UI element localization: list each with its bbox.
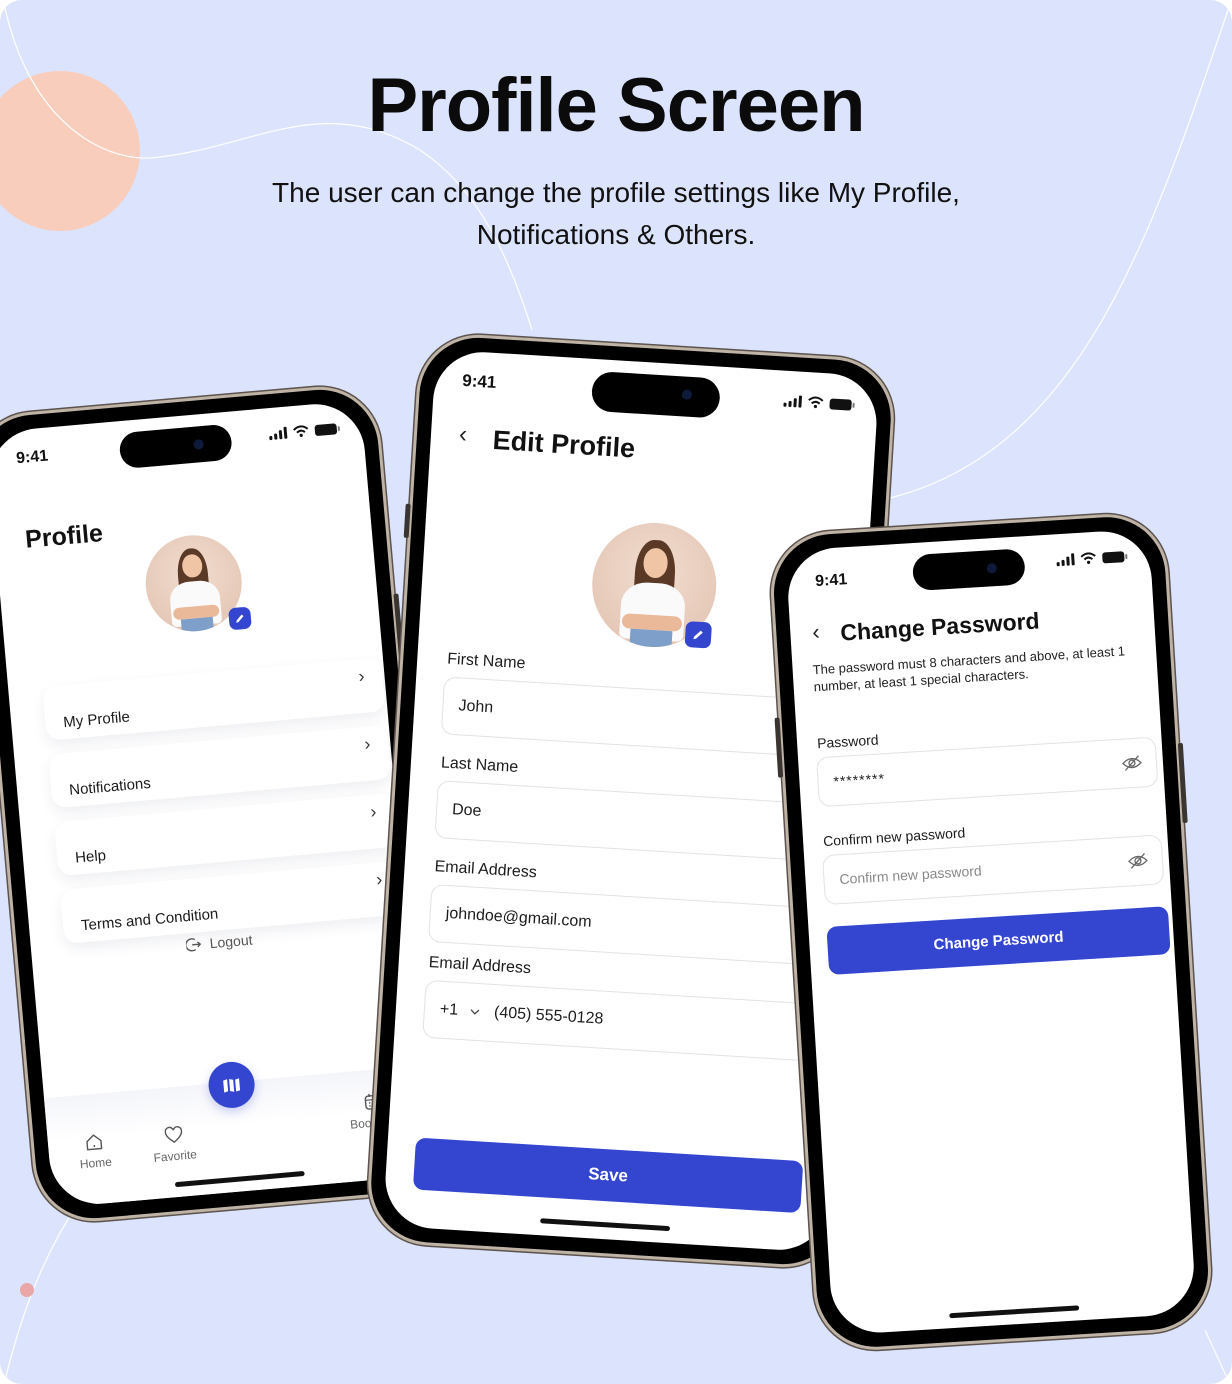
change-password-label: Change Password [933, 928, 1064, 954]
phone-value: (405) 555-0128 [493, 1004, 604, 1028]
chevron-right-icon: › [375, 868, 384, 890]
status-icons [268, 422, 338, 441]
phone-input[interactable]: +1 (405) 555-0128 [422, 979, 825, 1063]
camera-icon [681, 389, 693, 400]
map-icon [223, 1078, 241, 1093]
heart-icon [164, 1126, 182, 1144]
signal-icon [783, 395, 803, 408]
first-name-value: John [457, 697, 494, 717]
page-subtitle: The user can change the profile settings… [216, 172, 1016, 256]
screen-title: Profile [24, 519, 105, 554]
screen-title: Change Password [839, 607, 1041, 646]
chevron-down-icon [470, 1009, 480, 1015]
chevron-right-icon: › [369, 800, 378, 822]
eye-off-icon[interactable] [1127, 852, 1148, 869]
back-button[interactable]: ‹ [458, 421, 468, 449]
tab-favorite[interactable]: Favorite [151, 1123, 198, 1165]
subtitle-line-1: The user can change the profile settings… [272, 177, 960, 208]
home-icon [86, 1134, 103, 1151]
status-time: 9:41 [814, 571, 848, 591]
last-name-input[interactable]: Doe [434, 780, 838, 863]
email-input[interactable]: johndoe@gmail.com [428, 883, 831, 967]
wifi-icon [1080, 552, 1096, 564]
email-label: Email Address [434, 858, 538, 882]
dynamic-island [118, 423, 234, 470]
back-button[interactable]: ‹ [812, 619, 821, 645]
signal-icon [268, 426, 288, 441]
phone-label: Email Address [428, 953, 532, 978]
camera-icon [193, 438, 205, 450]
menu-item-label: My Profile [62, 707, 131, 731]
menu-item-label: Notifications [68, 774, 152, 799]
page-title: Profile Screen [367, 63, 865, 148]
confirm-password-label: Confirm new password [822, 824, 966, 850]
home-indicator [540, 1218, 671, 1232]
battery-icon [314, 422, 338, 436]
first-name-label: First Name [446, 650, 526, 673]
last-name-value: Doe [451, 801, 482, 820]
decor-curve-bottom-left [4, 1199, 81, 1381]
camera-icon [986, 562, 998, 574]
phone-side-button [403, 503, 411, 538]
phone-change-password: 9:41 ‹ Change Password The password must… [767, 510, 1215, 1354]
save-button[interactable]: Save [412, 1137, 804, 1214]
tab-home[interactable]: Home [77, 1131, 113, 1172]
wifi-icon [293, 425, 309, 437]
signal-icon [1056, 553, 1075, 567]
change-password-screen: 9:41 ‹ Change Password The password must… [785, 528, 1197, 1336]
country-code-value: +1 [439, 1000, 459, 1019]
password-value: ******** [833, 770, 886, 790]
chevron-right-icon: › [363, 733, 372, 754]
decor-curve-bottom-right [1204, 1329, 1229, 1381]
showcase-canvas: Profile Screen The user can change the p… [0, 0, 1232, 1384]
last-name-label: Last Name [440, 754, 519, 777]
logout-icon [185, 938, 201, 952]
menu-item-notifications[interactable]: Notifications › [48, 725, 392, 809]
menu-item-label: Terms and Condition [80, 904, 219, 934]
chevron-right-icon: › [357, 665, 366, 686]
country-code-select[interactable]: +1 [439, 1001, 480, 1021]
decor-curve-top-left [4, 7, 533, 331]
tab-label: Favorite [153, 1147, 198, 1165]
dynamic-island [911, 548, 1026, 592]
subtitle-line-2: Notifications & Others. [476, 219, 756, 250]
menu-item-label: Help [74, 846, 107, 867]
menu-item-my-profile[interactable]: My Profile › [42, 657, 386, 741]
home-indicator [949, 1305, 1080, 1319]
profile-screen: 9:41 Profile My Profile › Notifications … [0, 400, 429, 1208]
status-time: 9:41 [461, 370, 497, 392]
menu-item-help[interactable]: Help › [54, 792, 398, 877]
battery-icon [1102, 550, 1125, 563]
screen-title: Edit Profile [491, 424, 636, 464]
pencil-icon [693, 630, 703, 640]
tab-map[interactable] [206, 1060, 257, 1110]
status-icons [783, 395, 852, 411]
confirm-password-placeholder: Confirm new password [839, 862, 983, 888]
pencil-icon [236, 614, 244, 623]
battery-icon [829, 397, 852, 411]
password-hint: The password must 8 characters and above… [812, 643, 1126, 695]
password-label: Password [816, 731, 879, 752]
dynamic-island [590, 370, 721, 419]
edit-avatar-button[interactable] [684, 621, 713, 649]
email-value: johndoe@gmail.com [445, 904, 593, 931]
chevron-left-icon: ‹ [458, 420, 468, 449]
status-time: 9:41 [15, 447, 49, 468]
decor-dot [20, 1283, 34, 1297]
chevron-left-icon: ‹ [811, 618, 821, 645]
tab-label: Home [79, 1154, 113, 1172]
edit-avatar-button[interactable] [228, 606, 252, 631]
change-password-button[interactable]: Change Password [826, 906, 1171, 975]
status-icons [1056, 550, 1125, 567]
wifi-icon [808, 396, 824, 409]
phone-side-button [1177, 742, 1188, 824]
logout-label: Logout [209, 931, 254, 952]
eye-off-icon[interactable] [1121, 754, 1142, 771]
save-label: Save [587, 1164, 629, 1186]
